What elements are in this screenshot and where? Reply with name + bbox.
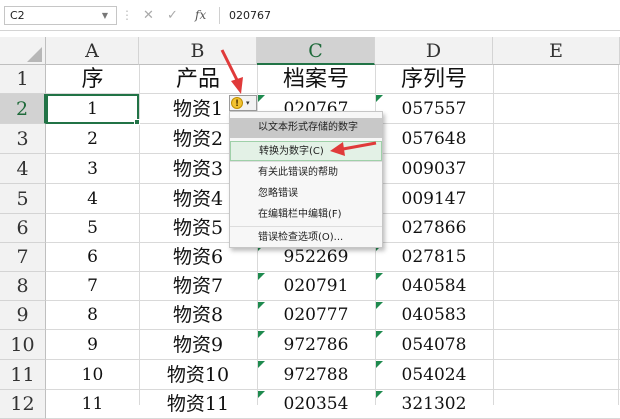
- annotation-arrow-line: [220, 49, 240, 83]
- annotation-arrow-head: [231, 77, 243, 94]
- annotation-arrow-head: [330, 142, 345, 156]
- annotation-arrow-line: [342, 141, 377, 151]
- annotation-arrows: [220, 49, 377, 156]
